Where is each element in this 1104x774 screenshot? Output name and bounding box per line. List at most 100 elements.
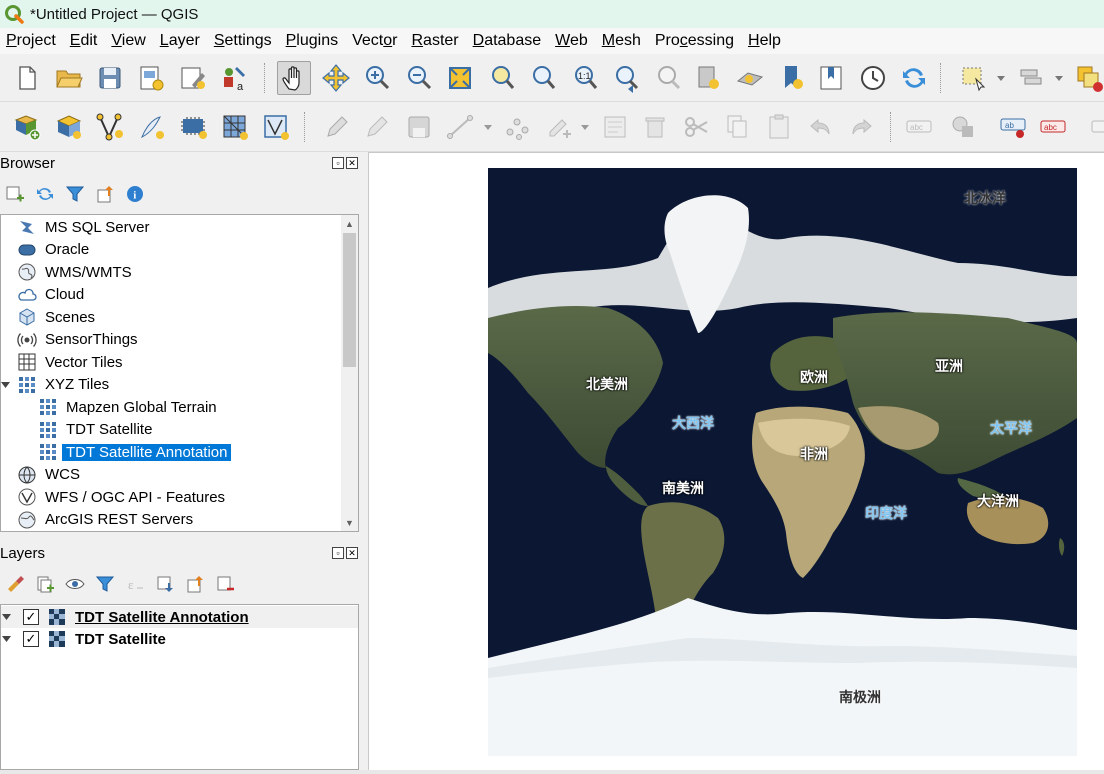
filter-browser-button[interactable]	[60, 180, 90, 208]
save-project-button[interactable]	[93, 61, 127, 95]
menu-item[interactable]: Mesh	[596, 28, 649, 54]
browser-item[interactable]: Mapzen Global Terrain	[38, 396, 217, 418]
close-panel-button[interactable]: ✕	[346, 547, 358, 559]
remove-layer-button[interactable]	[210, 570, 240, 598]
browser-item[interactable]: SensorThings	[17, 329, 138, 351]
layer-visibility-checkbox[interactable]: ✓	[23, 609, 39, 625]
browser-item[interactable]: TDT Satellite	[38, 419, 152, 441]
zoom-to-selection-button[interactable]	[485, 61, 519, 95]
browser-scrollbar[interactable]: ▲ ▼	[341, 215, 358, 531]
diagram-options-button[interactable]	[946, 110, 980, 144]
label-hide-button[interactable]: abc	[1036, 110, 1070, 144]
layer-item[interactable]: ✓ TDT Satellite Annotation	[1, 606, 358, 628]
digitize-line-button[interactable]	[443, 110, 477, 144]
browser-item[interactable]: WMS/WMTS	[17, 261, 132, 283]
attributes-dropdown-arrow[interactable]	[1054, 61, 1064, 95]
close-panel-button[interactable]: ✕	[346, 157, 358, 169]
browser-item[interactable]: Oracle	[17, 239, 89, 261]
properties-button[interactable]: i	[120, 180, 150, 208]
edit-attribute-form-button[interactable]	[598, 110, 632, 144]
vertex-tool-button[interactable]	[500, 110, 534, 144]
browser-item[interactable]: WCS	[17, 464, 80, 486]
refresh-button[interactable]	[897, 61, 931, 95]
scroll-up-arrow[interactable]: ▲	[341, 215, 358, 232]
float-panel-button[interactable]: ▫	[332, 157, 344, 169]
new-shapefile-layer-button[interactable]	[94, 110, 128, 144]
show-bookmarks-button[interactable]	[814, 61, 848, 95]
browser-item[interactable]: MS SQL Server	[17, 216, 149, 238]
filter-legend-button[interactable]	[90, 570, 120, 598]
open-layer-styling-button[interactable]	[0, 570, 30, 598]
new-geopackage-layer-button[interactable]	[52, 110, 86, 144]
expand-arrow-icon[interactable]	[2, 613, 11, 622]
collapse-all-button[interactable]	[90, 180, 120, 208]
scroll-down-arrow[interactable]: ▼	[341, 514, 358, 531]
menu-item[interactable]: Project	[0, 28, 64, 54]
menu-item[interactable]: View	[105, 28, 153, 54]
menu-item[interactable]: Raster	[405, 28, 466, 54]
collapse-all-layers-button[interactable]	[180, 570, 210, 598]
menu-item[interactable]: Database	[467, 28, 550, 54]
layer-item[interactable]: ✓ TDT Satellite	[1, 628, 358, 650]
select-features-button[interactable]	[956, 61, 990, 95]
save-layer-edits-button[interactable]	[402, 110, 436, 144]
open-project-button[interactable]	[52, 61, 86, 95]
temporal-controller-button[interactable]	[856, 61, 890, 95]
menu-item[interactable]: Layer	[154, 28, 208, 54]
pan-to-selection-button[interactable]	[319, 61, 353, 95]
manage-map-themes-button[interactable]	[60, 570, 90, 598]
zoom-next-button[interactable]	[652, 61, 686, 95]
map-canvas[interactable]: 北冰洋 北美洲 欧洲 亚洲 大西洋 太平洋 非洲 南美洲 印度洋 大洋洲 南极洲	[368, 152, 1104, 770]
show-spatial-bookmarks-button[interactable]	[733, 61, 767, 95]
layout-manager-button[interactable]	[176, 61, 210, 95]
browser-item[interactable]: Vector Tiles	[17, 351, 123, 373]
copy-features-button[interactable]	[720, 110, 754, 144]
filter-by-expression-button[interactable]: ε	[120, 570, 150, 598]
modify-attributes-button[interactable]	[543, 110, 577, 144]
add-group-button[interactable]	[30, 570, 60, 598]
menu-item[interactable]: Edit	[64, 28, 106, 54]
scroll-thumb[interactable]	[343, 233, 356, 367]
zoom-out-button[interactable]	[402, 61, 436, 95]
new-vector-tile-layer-button[interactable]	[259, 110, 293, 144]
menu-item[interactable]: Vector	[346, 28, 405, 54]
deselect-features-button[interactable]	[1072, 61, 1104, 95]
label-pin-button[interactable]: ab	[996, 110, 1030, 144]
expand-all-button[interactable]	[150, 570, 180, 598]
redo-button[interactable]	[844, 110, 878, 144]
browser-item[interactable]: ArcGIS REST Servers	[17, 509, 193, 531]
browser-item[interactable]: Scenes	[17, 306, 95, 328]
new-virtual-layer-button[interactable]	[177, 110, 211, 144]
menu-item[interactable]: Help	[742, 28, 789, 54]
zoom-native-resolution-button[interactable]: 1:1	[568, 61, 602, 95]
zoom-to-layer-button[interactable]	[526, 61, 560, 95]
satellite-map[interactable]: 北冰洋 北美洲 欧洲 亚洲 大西洋 太平洋 非洲 南美洲 印度洋 大洋洲 南极洲	[488, 168, 1077, 756]
add-selected-layers-button[interactable]	[0, 180, 30, 208]
refresh-browser-button[interactable]	[30, 180, 60, 208]
new-print-layout-button[interactable]	[134, 61, 168, 95]
new-spatial-bookmark-button[interactable]	[692, 61, 726, 95]
expanded-arrow-icon[interactable]	[1, 381, 10, 390]
menu-item[interactable]: Processing	[649, 28, 742, 54]
menu-item[interactable]: Web	[549, 28, 596, 54]
browser-item[interactable]: XYZ Tiles	[1, 374, 109, 396]
new-bookmark-button[interactable]	[776, 61, 810, 95]
modify-dropdown-arrow[interactable]	[580, 110, 590, 144]
browser-item[interactable]: WFS / OGC API - Features	[17, 486, 225, 508]
float-panel-button[interactable]: ▫	[332, 547, 344, 559]
zoom-last-button[interactable]	[610, 61, 644, 95]
new-mesh-layer-button[interactable]	[218, 110, 252, 144]
paste-features-button[interactable]	[762, 110, 796, 144]
label-show-button[interactable]	[1080, 110, 1104, 144]
browser-item[interactable]: Cloud	[17, 284, 84, 306]
cut-features-button[interactable]	[680, 110, 714, 144]
new-project-button[interactable]	[10, 61, 44, 95]
zoom-full-button[interactable]	[443, 61, 477, 95]
menu-item[interactable]: Plugins	[280, 28, 346, 54]
zoom-in-button[interactable]	[360, 61, 394, 95]
browser-item[interactable]: TDT Satellite Annotation	[38, 441, 232, 463]
undo-button[interactable]	[804, 110, 838, 144]
toggle-editing-button[interactable]	[360, 110, 394, 144]
style-manager-button[interactable]: a	[218, 61, 252, 95]
layer-visibility-checkbox[interactable]: ✓	[23, 631, 39, 647]
